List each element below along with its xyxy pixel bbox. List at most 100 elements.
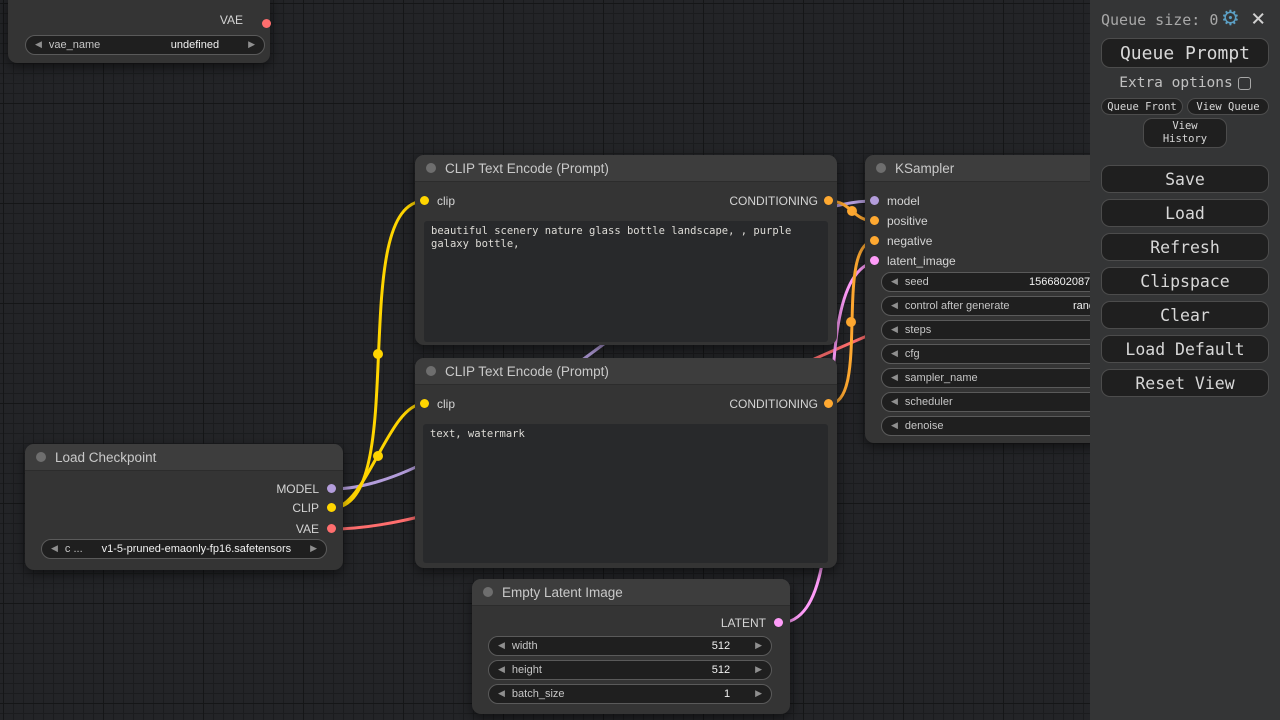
- widget-label: c ...: [64, 543, 83, 555]
- slot-label-vae: VAE: [219, 13, 243, 27]
- output-dot-vae[interactable]: [262, 19, 271, 28]
- slot-label-conditioning: CONDITIONING: [729, 194, 818, 208]
- widget-label: batch_size: [511, 688, 565, 700]
- collapse-dot-icon[interactable]: [36, 452, 46, 462]
- widget-left-arrow-icon[interactable]: ◀: [498, 665, 505, 675]
- slot-label-clip: clip: [437, 194, 456, 208]
- widget-height[interactable]: ◀ height 512 ▶: [488, 660, 772, 680]
- widget-left-arrow-icon[interactable]: ◀: [891, 373, 898, 383]
- widget-left-arrow-icon[interactable]: ◀: [891, 325, 898, 335]
- node-load-vae[interactable]: VAE ◀ vae_name undefined ▶: [8, 0, 271, 63]
- widget-value: 512: [711, 640, 731, 652]
- widget-right-arrow-icon[interactable]: ▶: [755, 665, 762, 675]
- save-button[interactable]: Save: [1101, 165, 1269, 193]
- output-dot-conditioning[interactable]: [824, 196, 833, 205]
- node-clip-text-encode-negative[interactable]: CLIP Text Encode (Prompt) clip CONDITION…: [415, 358, 837, 568]
- prompt-textarea[interactable]: text, watermark: [423, 424, 828, 563]
- widget-right-arrow-icon[interactable]: ▶: [755, 689, 762, 699]
- node-title: CLIP Text Encode (Prompt): [445, 363, 609, 379]
- widget-left-arrow-icon[interactable]: ◀: [891, 277, 898, 287]
- node-title: Empty Latent Image: [502, 584, 623, 600]
- widget-vae-name[interactable]: ◀ vae_name undefined ▶: [25, 35, 265, 55]
- slot-label-model: MODEL: [276, 482, 319, 496]
- widget-left-arrow-icon[interactable]: ◀: [498, 641, 505, 651]
- slot-label-latent-image: latent_image: [887, 254, 956, 268]
- link-midpoint-dot: [373, 349, 383, 359]
- prompt-textarea[interactable]: beautiful scenery nature glass bottle la…: [424, 221, 828, 342]
- input-dot-clip[interactable]: [420, 399, 429, 408]
- widget-left-arrow-icon[interactable]: ◀: [891, 349, 898, 359]
- node-title: KSampler: [895, 160, 955, 176]
- slot-label-conditioning: CONDITIONING: [729, 397, 818, 411]
- node-load-checkpoint[interactable]: Load Checkpoint MODEL CLIP VAE ◀ c ... v…: [25, 444, 343, 570]
- comfyui-canvas[interactable]: VAE ◀ vae_name undefined ▶ Load Checkpoi…: [0, 0, 1280, 720]
- widget-left-arrow-icon[interactable]: ◀: [891, 397, 898, 407]
- clear-button[interactable]: Clear: [1101, 301, 1269, 329]
- link-midpoint-dot: [846, 317, 856, 327]
- widget-left-arrow-icon[interactable]: ◀: [498, 689, 505, 699]
- widget-ckpt-name[interactable]: ◀ c ... v1-5-pruned-emaonly-fp16.safeten…: [41, 539, 327, 559]
- widget-left-arrow-icon[interactable]: ◀: [51, 544, 58, 554]
- widget-value: 1: [723, 688, 731, 700]
- output-dot-model[interactable]: [327, 484, 336, 493]
- collapse-dot-icon[interactable]: [483, 587, 493, 597]
- extra-options-label: Extra options: [1119, 75, 1233, 91]
- load-button[interactable]: Load: [1101, 199, 1269, 227]
- input-dot-model[interactable]: [870, 196, 879, 205]
- collapse-dot-icon[interactable]: [426, 366, 436, 376]
- menu-panel: Queue size: 0 ⚙ × Queue Prompt Extra opt…: [1090, 0, 1280, 720]
- widget-right-arrow-icon[interactable]: ▶: [755, 641, 762, 651]
- widget-left-arrow-icon[interactable]: ◀: [891, 301, 898, 311]
- widget-label: cfg: [904, 348, 920, 360]
- collapse-dot-icon[interactable]: [426, 163, 436, 173]
- node-clip-text-encode-positive[interactable]: CLIP Text Encode (Prompt) clip CONDITION…: [415, 155, 837, 345]
- view-queue-button[interactable]: View Queue: [1187, 98, 1269, 115]
- widget-label: seed: [904, 276, 929, 288]
- widget-label: steps: [904, 324, 932, 336]
- widget-label: vae_name: [48, 39, 101, 51]
- input-dot-negative[interactable]: [870, 236, 879, 245]
- widget-batch-size[interactable]: ◀ batch_size 1 ▶: [488, 684, 772, 704]
- node-titlebar[interactable]: Load Checkpoint: [25, 444, 343, 471]
- node-titlebar[interactable]: Empty Latent Image: [472, 579, 790, 606]
- view-history-button[interactable]: View History: [1143, 118, 1227, 148]
- output-dot-conditioning[interactable]: [824, 399, 833, 408]
- input-dot-positive[interactable]: [870, 216, 879, 225]
- clipspace-button[interactable]: Clipspace: [1101, 267, 1269, 295]
- widget-width[interactable]: ◀ width 512 ▶: [488, 636, 772, 656]
- slot-label-positive: positive: [887, 214, 928, 228]
- link-midpoint-dot: [847, 206, 857, 216]
- queue-size-label: Queue size: 0: [1101, 11, 1219, 29]
- widget-left-arrow-icon[interactable]: ◀: [35, 40, 42, 50]
- widget-left-arrow-icon[interactable]: ◀: [891, 421, 898, 431]
- reset-view-button[interactable]: Reset View: [1101, 369, 1269, 397]
- queue-prompt-button[interactable]: Queue Prompt: [1101, 38, 1269, 68]
- node-empty-latent-image[interactable]: Empty Latent Image LATENT ◀ width 512 ▶ …: [472, 579, 790, 714]
- slot-label-model: model: [887, 194, 920, 208]
- input-dot-clip[interactable]: [420, 196, 429, 205]
- node-titlebar[interactable]: CLIP Text Encode (Prompt): [415, 358, 837, 385]
- load-default-button[interactable]: Load Default: [1101, 335, 1269, 363]
- input-dot-latent-image[interactable]: [870, 256, 879, 265]
- settings-gear-icon[interactable]: ⚙: [1221, 6, 1240, 30]
- widget-right-arrow-icon[interactable]: ▶: [310, 544, 317, 554]
- slot-label-vae: VAE: [295, 522, 319, 536]
- widget-label: scheduler: [904, 396, 953, 408]
- slot-label-clip: CLIP: [292, 501, 319, 515]
- output-dot-latent[interactable]: [774, 618, 783, 627]
- output-dot-vae[interactable]: [327, 524, 336, 533]
- refresh-button[interactable]: Refresh: [1101, 233, 1269, 261]
- node-titlebar[interactable]: CLIP Text Encode (Prompt): [415, 155, 837, 182]
- output-dot-clip[interactable]: [327, 503, 336, 512]
- extra-options-checkbox[interactable]: [1237, 76, 1251, 90]
- slot-label-clip: clip: [437, 397, 456, 411]
- close-icon[interactable]: ×: [1251, 4, 1265, 32]
- queue-front-button[interactable]: Queue Front: [1101, 98, 1183, 115]
- widget-right-arrow-icon[interactable]: ▶: [248, 40, 255, 50]
- widget-value: undefined: [170, 39, 220, 51]
- widget-label: width: [511, 640, 538, 652]
- widget-value: 15668020871: [1029, 276, 1097, 288]
- collapse-dot-icon[interactable]: [876, 163, 886, 173]
- widget-label: control after generate: [904, 300, 1010, 312]
- node-title: Load Checkpoint: [55, 449, 157, 465]
